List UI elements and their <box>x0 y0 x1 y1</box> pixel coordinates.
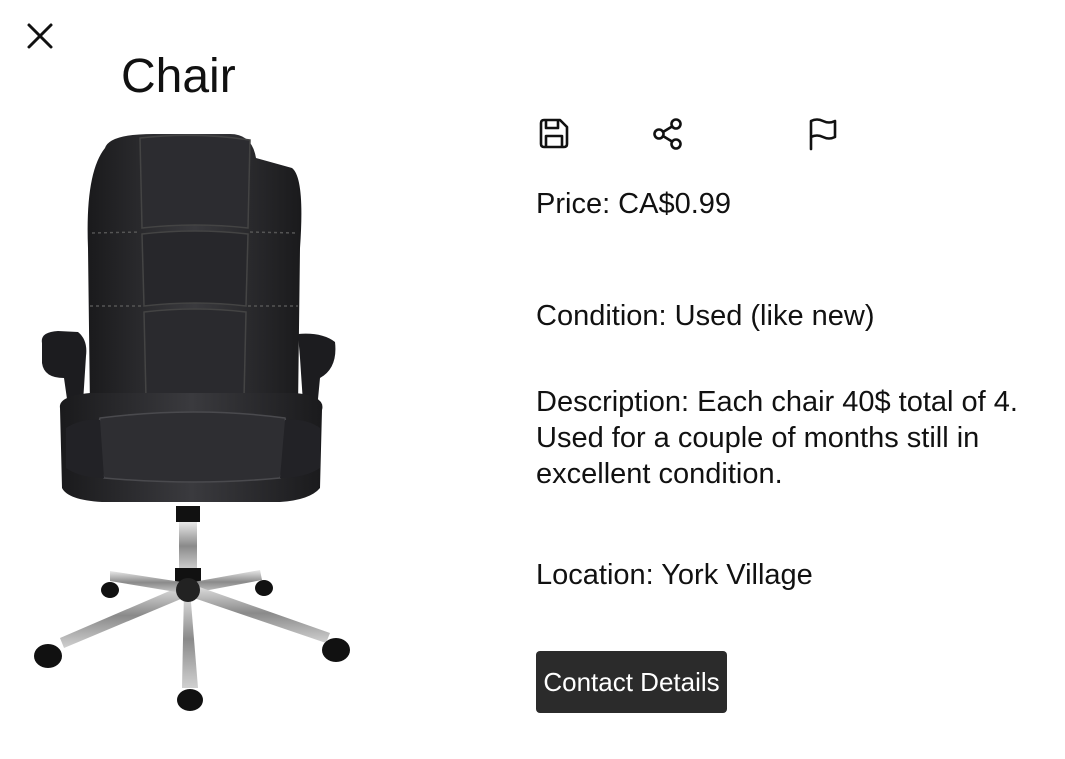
listing-condition: Condition: Used (like new) <box>536 300 875 332</box>
product-image <box>34 133 350 711</box>
close-button[interactable] <box>20 16 60 56</box>
flag-icon <box>809 118 837 151</box>
contact-details-button[interactable]: Contact Details <box>536 651 727 713</box>
listing-detail-page: Chair Price: CA$0.99 Condition: Used (li… <box>0 0 1065 759</box>
listing-price: Price: CA$0.99 <box>536 188 732 220</box>
share-button[interactable] <box>648 114 688 154</box>
listing-title: Chair <box>121 50 236 103</box>
listing-action-bar <box>534 114 854 158</box>
share-icon <box>653 118 682 150</box>
save-button[interactable] <box>534 114 574 154</box>
report-button[interactable] <box>802 114 842 154</box>
listing-description: Description: Each chair 40$ total of 4. … <box>536 386 1018 490</box>
close-icon <box>27 23 53 49</box>
listing-location: Location: York Village <box>536 559 813 591</box>
save-icon <box>539 118 569 149</box>
